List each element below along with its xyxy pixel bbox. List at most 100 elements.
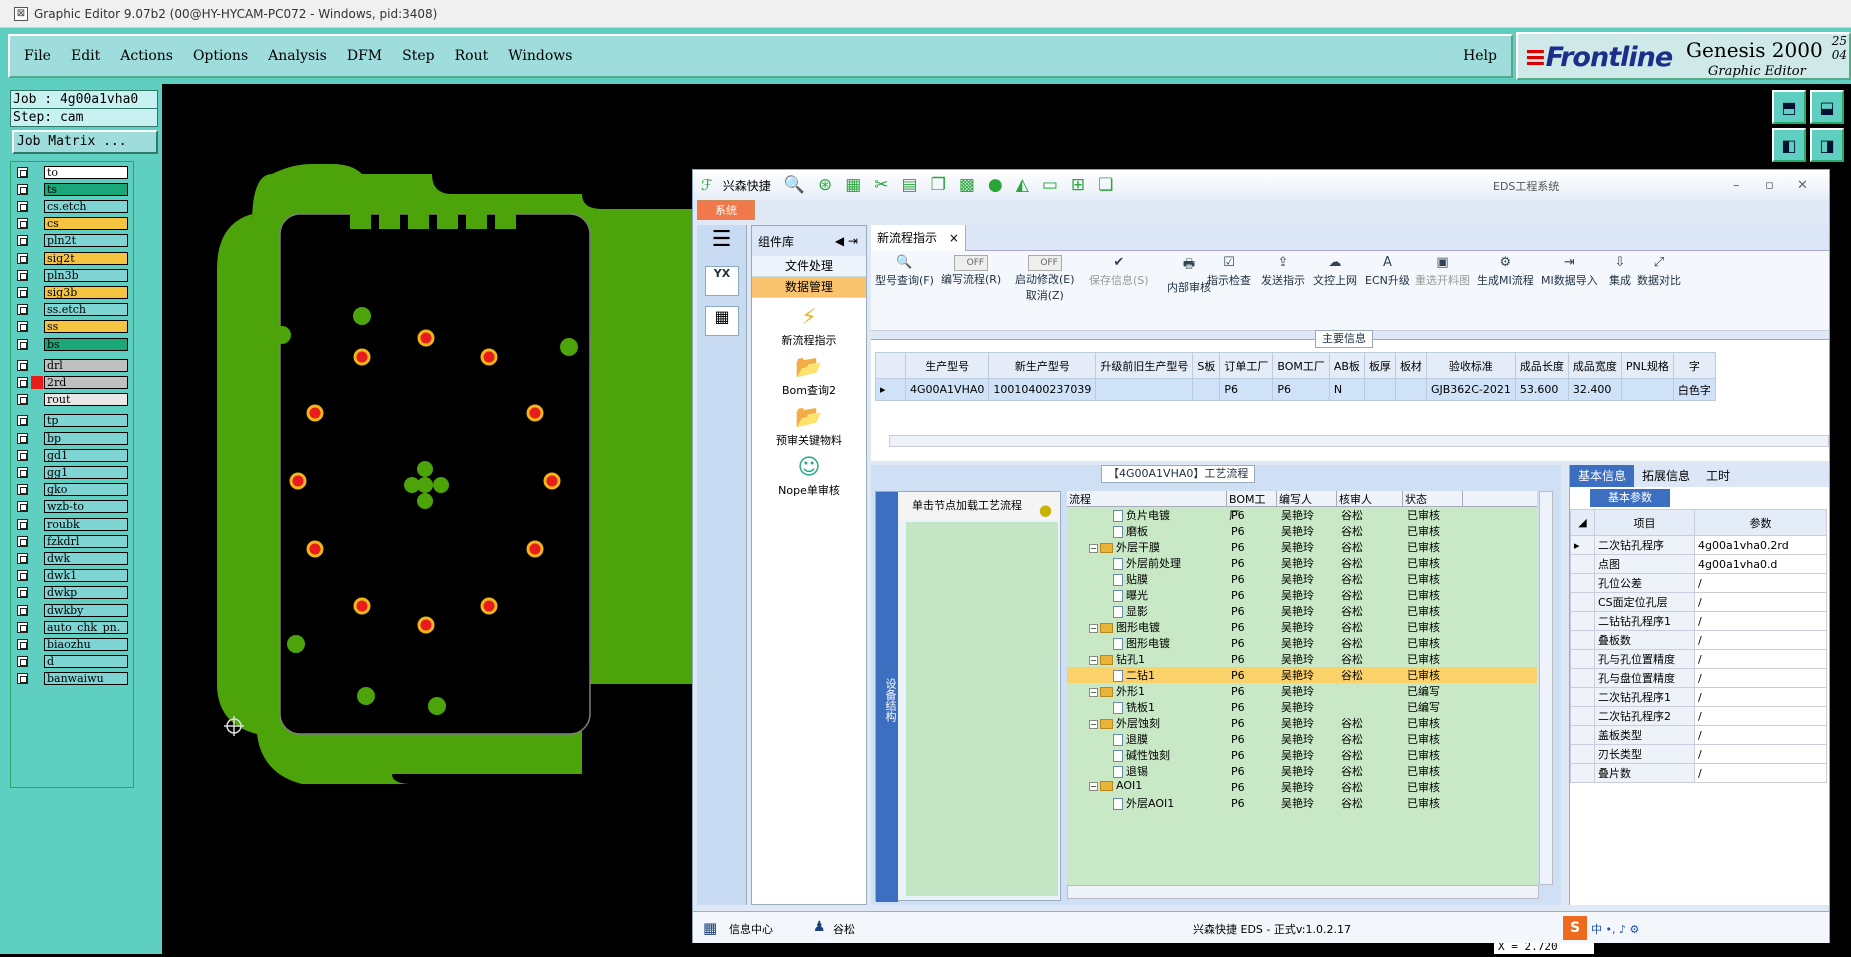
layer-name[interactable]: sig2t <box>44 251 128 265</box>
tree-row[interactable]: 退锡 P6 吴艳玲 谷松 已审核 <box>1067 763 1537 779</box>
tree-row[interactable]: − 钻孔1 P6 吴艳玲 谷松 已审核 <box>1067 651 1537 667</box>
menu-windows[interactable]: Windows <box>508 48 572 64</box>
layer-checkbox[interactable] <box>17 552 28 564</box>
layer-row[interactable]: banwaiwu <box>13 672 133 686</box>
param-value[interactable]: / <box>1694 687 1827 707</box>
menu-file[interactable]: File <box>24 48 51 64</box>
menu-edit[interactable]: Edit <box>71 48 100 64</box>
param-value[interactable]: / <box>1694 649 1827 669</box>
ribbon-button[interactable]: ⚙ 生成MI流程 <box>1477 255 1534 288</box>
maximize-button[interactable]: ▫ <box>1765 178 1774 193</box>
v-scrollbar[interactable] <box>1539 491 1553 885</box>
column-header[interactable]: 成品长度 <box>1514 352 1569 379</box>
layer-checkbox[interactable] <box>17 673 28 685</box>
lib-nope-review[interactable]: ☺ Nope单审核 <box>752 456 866 498</box>
ribbon-button[interactable]: ✔ 保存信息(S) <box>1089 255 1149 288</box>
lib-material[interactable]: 📂 预审关键物料 <box>752 406 866 448</box>
menu-step[interactable]: Step <box>402 48 434 64</box>
layer-name[interactable]: biaozhu <box>44 637 128 651</box>
ribbon-button[interactable]: ☑ 指示检查 <box>1207 255 1251 288</box>
layer-name[interactable]: 2rd <box>44 375 128 389</box>
tree-row[interactable]: 二钻1 P6 吴艳玲 谷松 已审核 <box>1067 667 1537 683</box>
tree-row[interactable]: − 外形1 P6 吴艳玲 已编写 <box>1067 683 1537 699</box>
column-header[interactable]: S板 <box>1192 352 1221 379</box>
ribbon-button[interactable]: ⇥ MI数据导入 <box>1541 255 1598 288</box>
layer-checkbox[interactable] <box>17 415 28 427</box>
tree-row[interactable]: − 外层蚀刻 P6 吴艳玲 谷松 已审核 <box>1067 715 1537 731</box>
tree-row[interactable]: 铣板1 P6 吴艳玲 已编写 <box>1067 699 1537 715</box>
param-value[interactable]: / <box>1694 573 1827 593</box>
section-data[interactable]: 数据管理 <box>752 277 866 298</box>
windows-icon[interactable]: ⊞ <box>1071 175 1085 195</box>
param-row[interactable]: 叠板数 / <box>1570 630 1827 650</box>
layer-row[interactable]: bp <box>13 431 133 445</box>
layer-row[interactable]: gko <box>13 483 133 497</box>
layer-checkbox[interactable] <box>17 501 28 513</box>
column-header[interactable]: 字 <box>1672 352 1716 379</box>
ribbon-button[interactable]: ▣ 重选开料图 <box>1415 255 1470 288</box>
pan-right-button[interactable]: ◨ <box>1810 128 1844 162</box>
ribbon-button[interactable]: ⇪ 发送指示 <box>1261 255 1305 288</box>
column-header[interactable]: BOM工厂 <box>1272 352 1330 379</box>
grid-icon[interactable]: ▩ <box>959 175 975 195</box>
table-icon[interactable]: ▦ <box>845 175 861 195</box>
tree-row[interactable]: 外层AOI1 P6 吴艳玲 谷松 已审核 <box>1067 795 1537 811</box>
collapse-icon[interactable]: − <box>1089 543 1098 553</box>
layer-checkbox[interactable] <box>17 200 28 212</box>
layer-checkbox[interactable] <box>17 286 28 298</box>
hamburger-icon[interactable]: ☰ <box>697 227 746 252</box>
layer-name[interactable]: sig3b <box>44 285 128 299</box>
layer-checkbox[interactable] <box>17 304 28 316</box>
param-row[interactable]: 孔位公差 / <box>1570 573 1827 593</box>
layer-row[interactable]: 2rd <box>13 375 133 389</box>
layer-row[interactable]: cs.etch <box>13 199 133 213</box>
layer-name[interactable]: dwk1 <box>44 569 128 583</box>
layer-name[interactable]: wzb-to <box>44 500 128 514</box>
zoom-out-button[interactable]: ⬓ <box>1810 90 1844 124</box>
layer-checkbox[interactable] <box>17 570 28 582</box>
param-row[interactable]: 孔与盘位置精度 / <box>1570 668 1827 688</box>
layer-row[interactable]: dwkby <box>13 603 133 617</box>
scissors-icon[interactable]: ✂ <box>874 175 888 195</box>
layer-name[interactable]: bp <box>44 431 128 445</box>
layer-row[interactable]: d <box>13 655 133 669</box>
param-row[interactable]: CS面定位孔层 / <box>1570 592 1827 612</box>
layer-checkbox[interactable] <box>17 376 28 388</box>
param-value[interactable]: / <box>1694 725 1827 745</box>
layer-checkbox[interactable] <box>17 166 28 178</box>
chart-icon[interactable]: ◭ <box>1016 175 1029 195</box>
layer-checkbox[interactable] <box>17 466 28 478</box>
param-value[interactable]: / <box>1694 611 1827 631</box>
layer-checkbox[interactable] <box>17 621 28 633</box>
process-tree[interactable]: 流程 BOM工厂 编写人 核审人 状态 负片电镀 P6 吴艳玲 谷松 已审核 磨板 P6 吴艳… <box>1067 491 1537 885</box>
menu-rout[interactable]: Rout <box>455 48 489 64</box>
lib-new-flow[interactable]: ⚡ 新流程指示 <box>752 306 866 348</box>
param-row[interactable]: 二次钻孔程序1/ <box>1570 687 1827 707</box>
layer-name[interactable]: ts <box>44 182 128 196</box>
collapse-icon[interactable]: − <box>1089 623 1098 633</box>
column-header[interactable]: 板厚 <box>1363 352 1396 379</box>
layer-checkbox[interactable] <box>17 394 28 406</box>
layer-checkbox[interactable] <box>17 252 28 264</box>
yx-app-icon[interactable]: YX <box>705 266 739 296</box>
layer-checkbox[interactable] <box>17 604 28 616</box>
minimize-button[interactable]: – <box>1733 178 1740 193</box>
param-value[interactable]: 4g00a1vha0.2rd <box>1694 535 1827 555</box>
tree-row[interactable]: 碱性蚀刻 P6 吴艳玲 谷松 已审核 <box>1067 747 1537 763</box>
layer-row[interactable]: auto_chk_pn. <box>13 620 133 634</box>
param-row[interactable]: 盖板类型 / <box>1570 725 1827 745</box>
column-header[interactable]: 生产型号 <box>904 352 990 379</box>
lib-bom-query[interactable]: 📂 Bom查询2 <box>752 356 866 398</box>
layer-name[interactable]: gko <box>44 483 128 497</box>
param-value[interactable]: / <box>1694 706 1827 726</box>
tab-new-flow[interactable]: 新流程指示 × <box>871 225 966 251</box>
section-file[interactable]: 文件处理 <box>752 256 866 277</box>
ribbon-button[interactable]: OFF 编写流程(R) <box>941 255 1001 287</box>
column-header[interactable]: 成品宽度 <box>1567 352 1622 379</box>
tree-row[interactable]: 退膜 P6 吴艳玲 谷松 已审核 <box>1067 731 1537 747</box>
collapse-icon[interactable]: − <box>1089 687 1098 697</box>
tree-row[interactable]: 显影 P6 吴艳玲 谷松 已审核 <box>1067 603 1537 619</box>
layer-name[interactable]: ss <box>44 320 128 334</box>
tree-row[interactable]: − 图形电镀 P6 吴艳玲 谷松 已审核 <box>1067 619 1537 635</box>
tree-h-scrollbar[interactable] <box>1067 885 1539 899</box>
